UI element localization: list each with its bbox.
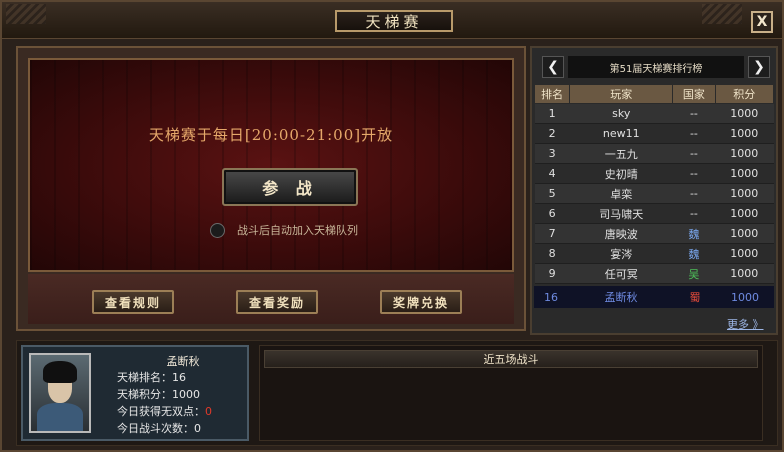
- score-cell: 1000: [715, 103, 774, 124]
- score-cell: 1000: [715, 203, 774, 224]
- self-ranking-row[interactable]: 16 孟断秋 蜀 1000: [534, 286, 774, 308]
- title-bar: 天梯赛 X: [2, 2, 782, 39]
- open-time-announcement: 天梯赛于每日[20:00-21:00]开放: [148, 126, 394, 144]
- portrait-hair: [43, 361, 77, 383]
- ranking-table: 排名 玩家 国家 积分 1 sky -- 1000 2 new11 -- 1000 3 一五九 --…: [533, 84, 775, 304]
- player-cell: new11: [569, 123, 673, 144]
- ranking-header: ❮ 第51届天梯赛排行榜 ❯: [542, 54, 770, 80]
- corner-ornament-left: [6, 4, 46, 24]
- more-link[interactable]: 更多 》: [727, 316, 764, 332]
- player-cell: sky: [569, 103, 673, 124]
- col-player: 玩家: [569, 84, 674, 104]
- col-score: 积分: [714, 84, 775, 104]
- player-ladder-score: 天梯积分：1000: [117, 388, 200, 401]
- view-rewards-button[interactable]: 查看奖励: [236, 290, 318, 314]
- ranking-row[interactable]: 5 卓栾 -- 1000: [534, 183, 774, 204]
- ranking-row[interactable]: 1 sky -- 1000: [534, 103, 774, 124]
- recent-battles-panel: 近五场战斗: [259, 345, 763, 441]
- rank-cell: 9: [534, 263, 570, 284]
- ranking-row[interactable]: 7 唐映波魏 1000: [534, 223, 774, 244]
- score-cell: 1000: [715, 143, 774, 164]
- daily-points-value: 0: [205, 405, 212, 418]
- calligraphy-background: [30, 60, 512, 270]
- ranking-row[interactable]: 9 任可冥吴 1000: [534, 263, 774, 284]
- auto-join-checkbox[interactable]: [210, 222, 225, 238]
- score-cell: 1000: [715, 223, 774, 244]
- ranking-row[interactable]: 3 一五九 -- 1000: [534, 143, 774, 164]
- player-name: 孟断秋: [166, 355, 200, 368]
- nation-cell: 吴: [672, 263, 716, 284]
- ranking-rows: 1 sky -- 1000 2 new11 -- 1000 3 一五九 -- 1000 4 史初晴 -- 10…: [534, 103, 774, 304]
- score-cell: 1000: [715, 263, 774, 284]
- nation-cell: --: [672, 183, 716, 204]
- arena-banner: 天梯赛于每日[20:00-21:00]开放 参 战 战斗后自动加入天梯队列: [28, 58, 514, 272]
- player-cell: 史初晴: [569, 163, 673, 184]
- player-portrait: [29, 353, 91, 433]
- daily-points-label: 今日获得无双点：: [117, 405, 205, 418]
- ranking-row[interactable]: 2 new11 -- 1000: [534, 123, 774, 144]
- col-nation: 国家: [672, 84, 716, 104]
- window-title: 天梯赛: [335, 10, 453, 32]
- player-cell: 司马啸天: [569, 203, 673, 224]
- player-daily-points: 今日获得无双点：0: [117, 403, 212, 419]
- ranking-row[interactable]: 4 史初晴 -- 1000: [534, 163, 774, 184]
- rank-cell: 6: [534, 203, 570, 224]
- rank-cell: 8: [534, 243, 570, 264]
- rank-cell: 4: [534, 163, 570, 184]
- rank-cell: 5: [534, 183, 570, 204]
- nation-cell: 魏: [672, 243, 716, 264]
- score-cell: 1000: [715, 163, 774, 184]
- player-cell: 卓栾: [569, 183, 673, 204]
- nation-cell: --: [672, 123, 716, 144]
- nation-cell: --: [672, 203, 716, 224]
- auto-join-option[interactable]: 战斗后自动加入天梯队列: [210, 222, 358, 238]
- nation-cell: --: [672, 143, 716, 164]
- self-player: 孟断秋: [604, 291, 638, 304]
- prev-season-button[interactable]: ❮: [542, 56, 564, 78]
- nation-cell: 魏: [672, 223, 716, 244]
- auto-join-label: 战斗后自动加入天梯队列: [237, 224, 358, 237]
- ranking-row[interactable]: 6 司马啸天 -- 1000: [534, 203, 774, 224]
- medal-exchange-button[interactable]: 奖牌兑换: [380, 290, 462, 314]
- ranking-title: 第51届天梯赛排行榜: [568, 56, 744, 78]
- player-cell: 唐映波: [569, 223, 673, 244]
- self-nation: 蜀: [689, 291, 701, 304]
- close-button[interactable]: X: [751, 11, 773, 33]
- player-daily-battles: 今日战斗次数：0: [117, 422, 201, 435]
- join-battle-button[interactable]: 参 战: [222, 168, 358, 206]
- score-cell: 1000: [715, 183, 774, 204]
- nation-cell: --: [672, 103, 716, 124]
- corner-ornament-right: [702, 4, 742, 24]
- self-score: 1000: [731, 290, 759, 304]
- ranking-header-row: 排名 玩家 国家 积分: [533, 84, 775, 104]
- rank-cell: 1: [534, 103, 570, 124]
- rank-cell: 7: [534, 223, 570, 244]
- portrait-body: [37, 403, 83, 431]
- ranking-panel: ❮ 第51届天梯赛排行榜 ❯ 排名 玩家 国家 积分 1 sky -- 1000 2 ne…: [530, 46, 778, 335]
- bottom-panel: 孟断秋 天梯排名：16 天梯积分：1000 今日获得无双点：0 今日战斗次数：0…: [16, 340, 778, 446]
- player-cell: 宴涔: [569, 243, 673, 264]
- rank-cell: 3: [534, 143, 570, 164]
- nation-cell: --: [672, 163, 716, 184]
- next-season-button[interactable]: ❯: [748, 56, 770, 78]
- col-rank: 排名: [533, 84, 571, 104]
- rank-cell: 2: [534, 123, 570, 144]
- self-rank: 16: [544, 290, 558, 304]
- score-cell: 1000: [715, 243, 774, 264]
- score-cell: 1000: [715, 123, 774, 144]
- player-cell: 一五九: [569, 143, 673, 164]
- action-button-bar: 查看规则 查看奖励 奖牌兑换: [28, 274, 514, 324]
- ranking-row[interactable]: 8 宴涔魏 1000: [534, 243, 774, 264]
- player-cell: 任可冥: [569, 263, 673, 284]
- player-card: 孟断秋 天梯排名：16 天梯积分：1000 今日获得无双点：0 今日战斗次数：0: [21, 345, 249, 441]
- recent-battles-title: 近五场战斗: [264, 350, 758, 368]
- arena-panel: 天梯赛于每日[20:00-21:00]开放 参 战 战斗后自动加入天梯队列 查看…: [16, 46, 526, 331]
- view-rules-button[interactable]: 查看规则: [92, 290, 174, 314]
- player-ladder-rank: 天梯排名：16: [117, 371, 186, 384]
- ladder-window: 天梯赛 X 天梯赛于每日[20:00-21:00]开放 参 战 战斗后自动加入天…: [0, 0, 784, 452]
